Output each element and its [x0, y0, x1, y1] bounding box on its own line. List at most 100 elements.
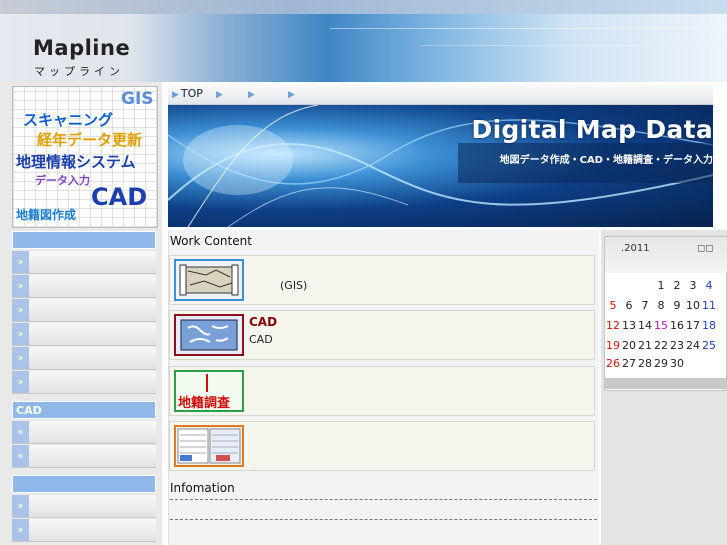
banner-title: Digital Map Data — [471, 115, 713, 144]
triangle-icon: ▶ — [248, 90, 255, 100]
calendar-day[interactable]: 6 — [621, 299, 637, 312]
sidebar-group-header — [12, 231, 156, 249]
cad-map-thumbnail[interactable] — [174, 314, 244, 356]
info-divider — [170, 499, 597, 500]
sidebar-item[interactable]: » — [12, 421, 156, 444]
calendar-day[interactable]: 20 — [621, 339, 637, 352]
logo-wordmark[interactable]: Mapline — [33, 36, 130, 60]
card-heading-cad: CAD — [249, 315, 278, 329]
nav-item-top[interactable]: ▶ TOP — [172, 87, 203, 100]
calendar-day[interactable]: 9 — [669, 299, 685, 312]
triangle-icon: ▶ — [288, 90, 295, 100]
calendar-day-today[interactable]: 15 — [653, 319, 669, 332]
calendar-day[interactable]: 27 — [621, 357, 637, 370]
calendar-day[interactable]: 12 — [605, 319, 621, 332]
arrow-icon: » — [12, 275, 29, 297]
calendar-day[interactable]: 28 — [637, 357, 653, 370]
work-card-cad[interactable]: CAD CAD — [169, 310, 595, 360]
promo-aging: 経年データ更新 — [37, 131, 143, 149]
arrow-icon: » — [12, 421, 29, 443]
calendar-title: .2011 — [621, 243, 650, 254]
sidebar-group-header — [12, 475, 156, 493]
header-decoration-line — [330, 28, 727, 29]
calendar-day[interactable]: 18 — [701, 319, 717, 332]
promo-gis-system: 地理情報システム — [16, 153, 136, 171]
calendar-day[interactable]: 23 — [669, 339, 685, 352]
arrow-icon: » — [12, 251, 29, 273]
hero-banner: Digital Map Data 地図データ作成・CAD・地籍調査・データ入力 — [168, 105, 713, 227]
calendar-day[interactable]: 24 — [685, 339, 701, 352]
sidebar-group-header-cad: CAD — [12, 401, 156, 419]
nav-item[interactable]: ▶ — [216, 87, 225, 100]
top-navigation: ▶ TOP ▶ ▶ ▶ — [168, 84, 713, 105]
sidebar-item[interactable]: » — [12, 299, 156, 322]
information-heading: Infomation — [170, 481, 235, 495]
info-divider — [170, 519, 597, 520]
promo-scanning: スキャニング — [23, 111, 114, 129]
arrow-icon: » — [12, 445, 29, 467]
nav-item[interactable]: ▶ — [288, 87, 297, 100]
promo-image[interactable]: GIS スキャニング 経年データ更新 地理情報システム データ入力 CAD 地籍… — [12, 86, 158, 228]
calendar-day[interactable]: 8 — [653, 299, 669, 312]
calendar-day[interactable]: 4 — [701, 279, 717, 292]
sidebar-item[interactable]: » — [12, 519, 156, 542]
calendar-day[interactable]: 17 — [685, 319, 701, 332]
sidebar-item[interactable]: » — [12, 495, 156, 518]
promo-gis: GIS — [121, 89, 154, 109]
calendar-day[interactable]: 1 — [653, 279, 669, 292]
arrow-icon: » — [12, 371, 29, 393]
arrow-icon: » — [12, 347, 29, 369]
calendar-day[interactable]: 29 — [653, 357, 669, 370]
calendar-day[interactable]: 21 — [637, 339, 653, 352]
arrow-icon: » — [12, 299, 29, 321]
map-scroll-thumbnail[interactable] — [174, 259, 244, 301]
logo-kana: マップライン — [34, 65, 124, 78]
calendar-day[interactable]: 3 — [685, 279, 701, 292]
banner-subtitle: 地図データ作成・CAD・地籍調査・データ入力 — [499, 155, 713, 166]
map-icon — [179, 264, 239, 296]
arrow-icon: » — [12, 323, 29, 345]
calendar-day[interactable]: 7 — [637, 299, 653, 312]
calendar-day[interactable]: 19 — [605, 339, 621, 352]
work-card-gis[interactable]: (GIS) — [169, 255, 595, 305]
spreadsheet-icon — [177, 428, 241, 464]
calendar-day[interactable]: 26 — [605, 357, 621, 370]
promo-data-input: データ入力 — [35, 174, 90, 187]
nav-item[interactable]: ▶ — [248, 87, 257, 100]
sidebar-item[interactable]: » — [12, 347, 156, 370]
header-top-band — [0, 0, 727, 14]
work-card-survey[interactable]: 地籍調査 — [169, 366, 595, 416]
calendar-day[interactable]: 10 — [685, 299, 701, 312]
calendar-day[interactable]: 25 — [701, 339, 717, 352]
promo-map-drawing: 地籍図作成 — [16, 208, 77, 222]
calendar-day[interactable]: 2 — [669, 279, 685, 292]
sidebar-item[interactable]: » — [12, 323, 156, 346]
calendar-day[interactable]: 30 — [669, 357, 685, 370]
survey-thumb-label: 地籍調査 — [178, 396, 231, 411]
survey-pin-icon — [206, 374, 208, 392]
calendar-day[interactable]: 11 — [701, 299, 717, 312]
sidebar-item[interactable]: » — [12, 275, 156, 298]
calendar-nav-icon[interactable]: ◻◻ — [697, 243, 714, 254]
calendar-day[interactable]: 13 — [621, 319, 637, 332]
card-text: (GIS) — [280, 279, 308, 292]
calendar-day[interactable]: 16 — [669, 319, 685, 332]
header-decoration-line — [420, 45, 727, 46]
data-entry-thumbnail[interactable] — [174, 425, 244, 467]
promo-cad: CAD — [91, 183, 148, 211]
work-card-data-input[interactable] — [169, 421, 595, 471]
calendar-day[interactable]: 5 — [605, 299, 621, 312]
work-content-heading: Work Content — [170, 234, 252, 248]
sidebar-item[interactable]: » — [12, 371, 156, 394]
calendar-day[interactable]: 22 — [653, 339, 669, 352]
calendar-day[interactable]: 14 — [637, 319, 653, 332]
sidebar-item[interactable]: » — [12, 251, 156, 274]
card-text-cad: CAD — [249, 333, 273, 346]
calendar-footer-bar — [605, 378, 727, 389]
triangle-icon: ▶ — [216, 90, 223, 100]
arrow-icon: » — [12, 519, 29, 541]
land-survey-thumbnail[interactable]: 地籍調査 — [174, 370, 244, 412]
sidebar-item[interactable]: » — [12, 445, 156, 468]
arrow-icon: » — [12, 495, 29, 517]
triangle-icon: ▶ — [172, 90, 179, 100]
